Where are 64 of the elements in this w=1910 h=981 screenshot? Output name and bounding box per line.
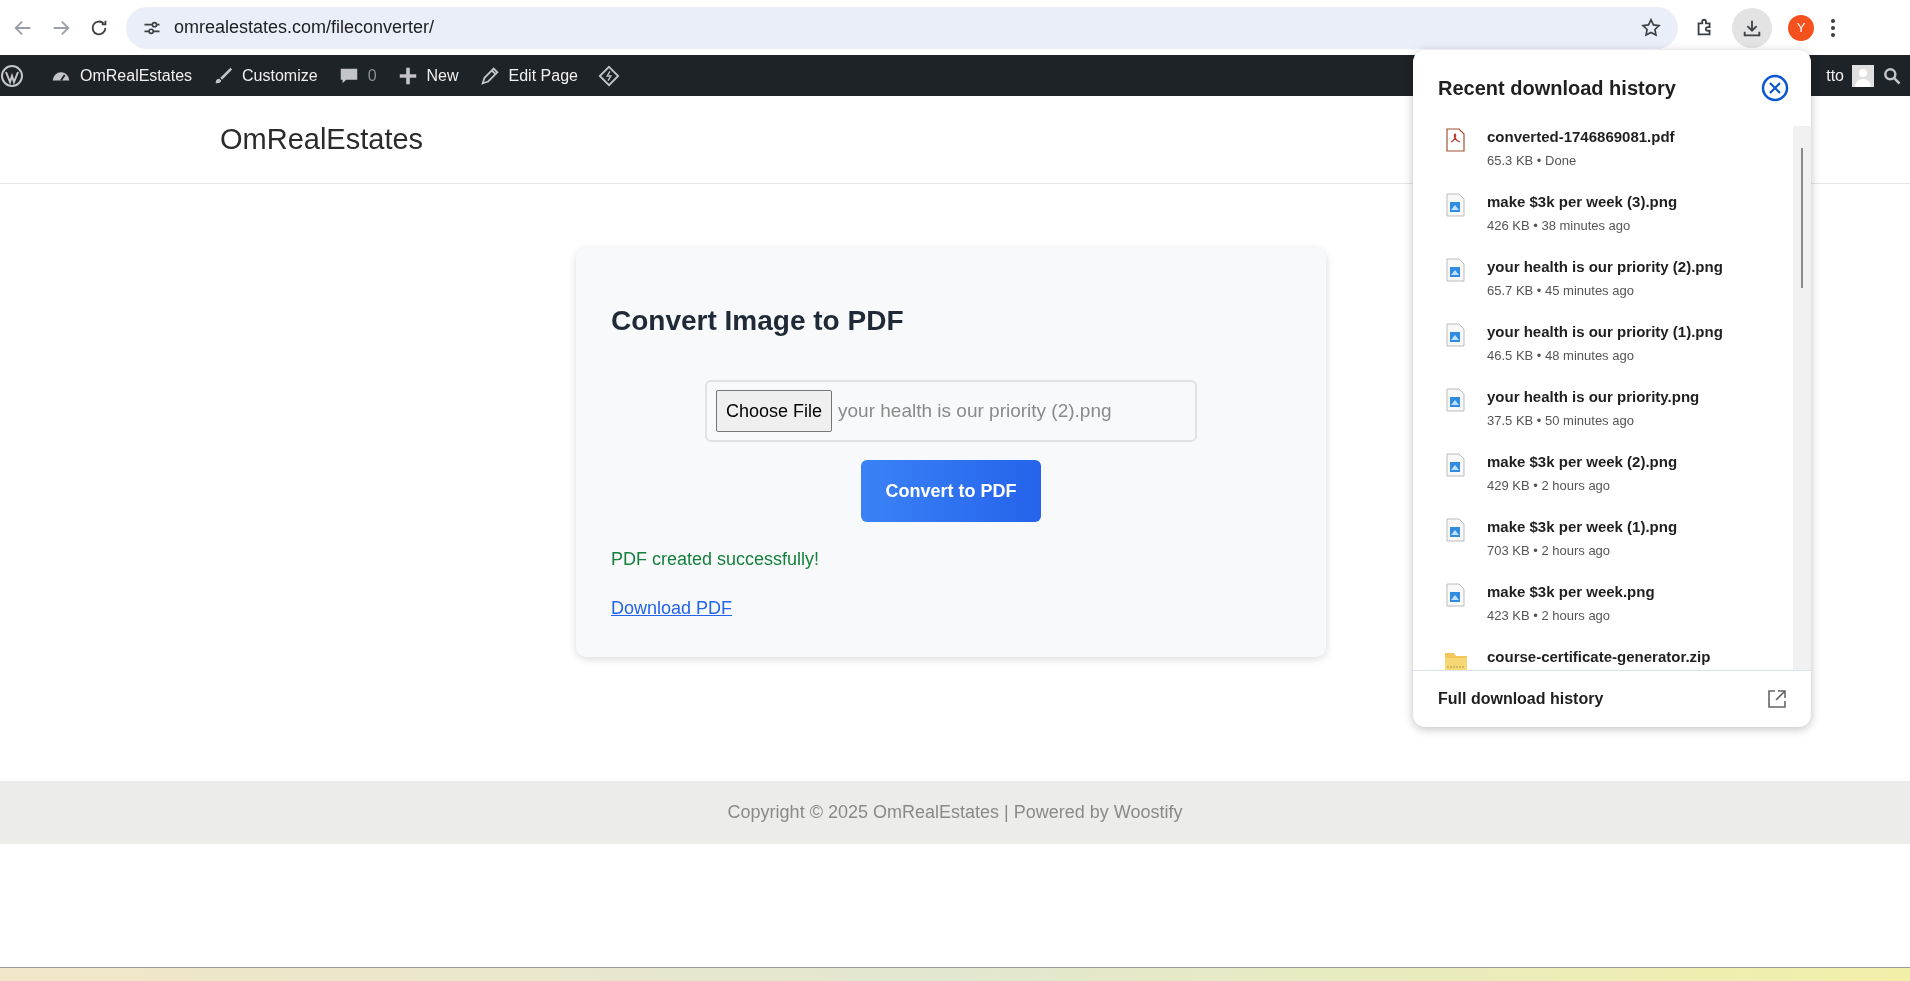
more-icon[interactable] (1830, 17, 1836, 38)
user-greeting[interactable]: tto (1826, 63, 1844, 88)
site-title[interactable]: OmRealEstates (220, 117, 424, 162)
admin-bar-item[interactable]: Customize (202, 55, 328, 96)
search-icon[interactable] (1882, 65, 1902, 86)
star-icon[interactable] (1640, 16, 1662, 39)
download-item[interactable]: course-certificate-generator.zip (1413, 646, 1793, 670)
download-item[interactable]: your health is our priority.png 37.5 KB • 50 minutes ago (1413, 386, 1793, 451)
file-input[interactable]: Choose File your health is our priority (2).png (705, 380, 1197, 442)
download-item[interactable]: make $3k per week (2).png 429 KB • 2 hours ago (1413, 451, 1793, 516)
file-name: your health is our priority (2).png (1487, 257, 1723, 277)
image-file-icon (1445, 453, 1467, 477)
download-item[interactable]: make $3k per week (3).png 426 KB • 38 minutes ago (1413, 191, 1793, 256)
file-name: converted-1746869081.pdf (1487, 127, 1675, 147)
scrollbar-thumb[interactable] (1801, 148, 1803, 288)
admin-bar-item[interactable]: OmRealEstates (40, 55, 203, 96)
image-file-icon (1445, 323, 1467, 347)
file-details: 65.7 KB • 45 minutes ago (1487, 281, 1635, 300)
file-details: 703 KB • 2 hours ago (1487, 541, 1612, 560)
pdf-file-icon (1445, 128, 1467, 152)
image-file-icon (1445, 388, 1467, 412)
file-name: make $3k per week (2).png (1487, 452, 1678, 472)
image-file-icon (1445, 258, 1467, 282)
selected-file-name: your health is our priority (2).png (838, 398, 1112, 423)
close-icon[interactable] (1761, 74, 1789, 102)
download-link[interactable]: Download PDF (611, 598, 733, 618)
admin-bar-item[interactable]: New (386, 55, 469, 96)
file-details: 426 KB • 38 minutes ago (1487, 216, 1632, 235)
convert-button[interactable]: Convert to PDF (861, 460, 1041, 522)
wordpress-logo-icon[interactable] (0, 63, 24, 88)
download-item[interactable]: make $3k per week (1).png 703 KB • 2 hours ago (1413, 516, 1793, 581)
url-text: omrealestates.com/fileconverter/ (174, 16, 436, 39)
file-name: course-certificate-generator.zip (1487, 647, 1711, 667)
panel-title: Recent download history (1438, 76, 1676, 101)
admin-bar-item[interactable]: 0 (327, 55, 387, 96)
user-avatar-icon[interactable] (1852, 64, 1874, 87)
file-name: your health is our priority.png (1487, 387, 1700, 407)
admin-bar-item[interactable]: Edit Page (468, 55, 588, 96)
image-file-icon (1445, 193, 1467, 217)
address-bar[interactable]: omrealestates.com/fileconverter/ (126, 6, 1678, 49)
success-message: PDF created successfully! (611, 548, 821, 571)
external-link-icon (1767, 689, 1787, 709)
download-item[interactable]: make $3k per week.png 423 KB • 2 hours ago (1413, 581, 1793, 646)
file-name: make $3k per week (3).png (1487, 192, 1678, 212)
download-button[interactable] (1732, 7, 1772, 48)
download-item[interactable]: converted-1746869081.pdf 65.3 KB • Done (1413, 126, 1793, 191)
image-file-icon (1445, 518, 1467, 542)
file-name: your health is our priority (1).png (1487, 322, 1723, 342)
file-details: 46.5 KB • 48 minutes ago (1487, 346, 1635, 365)
file-details: 423 KB • 2 hours ago (1487, 606, 1612, 625)
file-details: 65.3 KB • Done (1487, 151, 1578, 170)
file-name: make $3k per week (1).png (1487, 517, 1678, 537)
scrollbar[interactable] (1793, 126, 1811, 670)
file-name: make $3k per week.png (1487, 582, 1655, 602)
file-details: 429 KB • 2 hours ago (1487, 476, 1612, 495)
copyright-text: Copyright © 2025 OmRealEstates | Powered by Woostify (727, 801, 1183, 824)
diamond-icon (597, 64, 620, 87)
image-file-icon (1445, 583, 1467, 607)
file-details: 37.5 KB • 50 minutes ago (1487, 411, 1635, 430)
full-history-link[interactable]: Full download history (1413, 670, 1811, 727)
card-heading: Convert Image to PDF (611, 304, 905, 338)
download-item[interactable]: your health is our priority (2).png 65.7 KB • 45 minutes ago (1413, 256, 1793, 321)
download-item[interactable]: your health is our priority (1).png 46.5 KB • 48 minutes ago (1413, 321, 1793, 386)
choose-file-button[interactable]: Choose File (716, 390, 833, 432)
